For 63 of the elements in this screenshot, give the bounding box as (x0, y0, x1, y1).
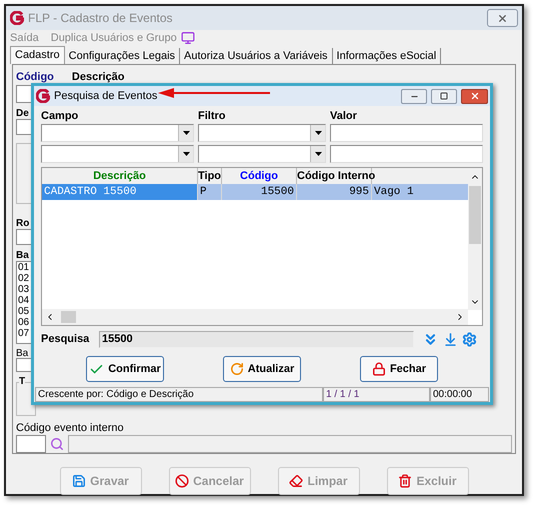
table-cell: CADASTRO 15500 (42, 184, 198, 200)
table-cell-text: Vago 1 (373, 185, 415, 200)
search-label: Pesquisa (41, 332, 90, 347)
input-field[interactable] (330, 124, 483, 142)
dialog-button[interactable]: Confirmar (86, 356, 164, 382)
vertical-scrollbar[interactable] (468, 168, 482, 310)
logo-icon (10, 11, 24, 25)
close-icon (470, 91, 480, 101)
monitor-icon (180, 31, 195, 45)
field-label: Descrição (72, 70, 124, 82)
eraser-icon (289, 474, 304, 488)
logo-icon (36, 89, 50, 103)
dialog-button[interactable]: Fechar (360, 356, 438, 382)
dialog-button[interactable]: Atualizar (223, 356, 301, 382)
scrollbar-thumb[interactable] (469, 186, 481, 244)
close-icon (497, 12, 508, 24)
dialog-title: Pesquisa de Eventos (54, 88, 158, 104)
field-label: Ba (16, 347, 28, 358)
dropdown[interactable] (198, 124, 326, 142)
field-label: Ro (16, 217, 30, 230)
table-row[interactable]: CADASTRO 15500 P 15500 995 Vago 1 (42, 184, 468, 200)
status-bar-panel: Crescente por: Código e Descrição (35, 387, 323, 402)
tab[interactable]: Cadastro (10, 46, 65, 64)
field-label: Ba (16, 249, 29, 262)
settings-icon[interactable] (462, 332, 477, 347)
close-button[interactable] (487, 9, 518, 27)
cancel-icon (175, 474, 190, 488)
input-field[interactable] (16, 435, 46, 453)
dropdown[interactable] (41, 145, 194, 163)
search-field[interactable]: 15500 (99, 330, 414, 348)
horizontal-scrollbar[interactable] (42, 309, 468, 326)
maximize-icon (440, 92, 448, 100)
list-item[interactable]: 01 (18, 262, 30, 274)
maximize-button[interactable] (431, 88, 457, 104)
field-label: De (16, 107, 29, 119)
field-label: Código (16, 70, 54, 82)
list-item[interactable]: 06 (18, 317, 30, 328)
window-title: FLP - Cadastro de Eventos (28, 10, 173, 27)
table-cell: P (198, 184, 222, 200)
refresh-icon (230, 362, 244, 376)
scrollbar-thumb[interactable] (61, 311, 76, 324)
status-bar-panel: 00:00:00 (430, 387, 489, 402)
list-item[interactable]: 02 (18, 273, 30, 284)
search-icon[interactable] (50, 437, 64, 451)
table-cell: 15500 (222, 184, 297, 200)
table-cell: 995 (297, 184, 372, 200)
column-label: Campo (41, 109, 80, 121)
list-item[interactable]: 04 (18, 295, 30, 306)
list-item[interactable]: 03 (18, 284, 30, 296)
dropdown[interactable] (198, 145, 326, 163)
list-item[interactable]: 07 (18, 328, 30, 340)
input-field[interactable] (330, 145, 483, 163)
dropdown[interactable] (41, 124, 194, 142)
field-label: Código evento interno (16, 421, 124, 433)
status-bar-panel: 1 / 1 / 1 (323, 387, 430, 402)
column-label: Valor (330, 109, 357, 121)
close-button[interactable] (461, 88, 488, 104)
column-label: Filtro (198, 109, 226, 121)
download-icon[interactable] (443, 332, 458, 347)
floppy-icon (72, 474, 86, 488)
lock-icon (372, 362, 386, 376)
trash-icon (398, 474, 412, 488)
list-item[interactable]: 05 (18, 306, 30, 318)
